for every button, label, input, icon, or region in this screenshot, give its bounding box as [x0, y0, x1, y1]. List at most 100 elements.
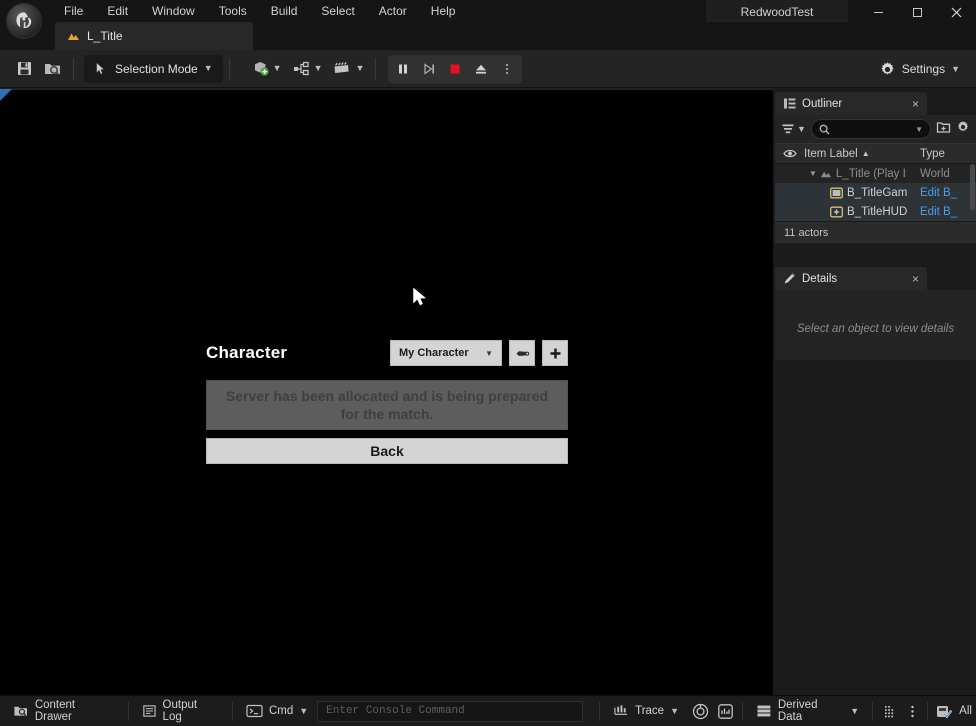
- table-row[interactable]: B_TitleHUD Edit B_: [775, 202, 976, 221]
- chevron-down-icon[interactable]: ▼: [915, 125, 923, 134]
- details-tab[interactable]: Details ×: [775, 267, 927, 290]
- resource-grid-button[interactable]: [877, 700, 902, 723]
- content-drawer-icon: [14, 706, 27, 716]
- frame-step-icon: [424, 62, 435, 75]
- trace-button[interactable]: Trace ▼: [604, 700, 688, 723]
- character-select[interactable]: My Character ▼: [390, 340, 502, 366]
- edit-blueprint-link[interactable]: Edit B_: [920, 186, 958, 199]
- console-placeholder-text: Enter Console Command: [326, 705, 465, 717]
- toolbar-divider: [73, 57, 74, 80]
- blueprints-button[interactable]: ▼: [287, 55, 328, 83]
- outliner-tree: ▼ L_Title (Play I World B_TitleGam Edit …: [775, 164, 976, 221]
- eject-button[interactable]: [468, 56, 494, 82]
- item-label-text: Item Label: [804, 147, 858, 160]
- cmd-button[interactable]: Cmd ▼: [237, 700, 317, 723]
- row-type-cell: World: [920, 167, 950, 180]
- trace-snapshot-button[interactable]: [713, 700, 738, 723]
- chevron-down-icon: ▼: [670, 705, 680, 716]
- outliner-panel: Outliner × ▼ ▼ Item Label ▲ Type ▼ L_Tit…: [775, 92, 976, 243]
- content-drawer-button[interactable]: Content Drawer: [4, 699, 124, 723]
- actor-count: 11 actors: [784, 226, 829, 239]
- level-icon: [68, 33, 79, 40]
- game-character-panel: Character My Character ▼ Server has been…: [206, 338, 568, 464]
- close-button[interactable]: [937, 0, 976, 24]
- window-title: RedwoodTest: [706, 0, 848, 23]
- source-control-button[interactable]: All: [932, 700, 976, 723]
- status-divider-6: [927, 701, 929, 721]
- save-button[interactable]: [10, 55, 38, 83]
- resource-grid-icon: [885, 705, 894, 717]
- pause-icon: [399, 64, 408, 73]
- add-character-button[interactable]: [542, 340, 568, 366]
- edit-blueprint-link[interactable]: Edit B_: [920, 205, 958, 218]
- title-bar: File Edit Window Tools Build Select Acto…: [0, 0, 976, 24]
- trace-status-button[interactable]: [688, 700, 713, 723]
- table-row[interactable]: B_TitleGam Edit B_: [775, 183, 976, 202]
- unreal-editor-window: File Edit Window Tools Build Select Acto…: [0, 0, 976, 726]
- menu-tools[interactable]: Tools: [207, 1, 259, 21]
- outliner-scrollbar[interactable]: [970, 164, 975, 210]
- server-status-text: Server has been allocated and is being p…: [225, 388, 549, 422]
- outliner-new-folder-button[interactable]: [936, 120, 951, 139]
- cinematics-button[interactable]: ▼: [327, 55, 369, 83]
- close-icon[interactable]: ×: [912, 273, 919, 285]
- outliner-tab[interactable]: Outliner ×: [775, 92, 927, 115]
- character-select-value: My Character: [399, 347, 469, 359]
- trace-icon: [614, 705, 628, 715]
- back-button[interactable]: Back: [206, 438, 568, 464]
- status-divider: [127, 701, 129, 721]
- menu-file[interactable]: File: [52, 1, 95, 21]
- status-more-button[interactable]: [902, 700, 923, 723]
- outliner-icon: [784, 98, 796, 109]
- visibility-column-header[interactable]: [775, 148, 804, 159]
- details-icon: [784, 273, 795, 284]
- expand-arrow-icon[interactable]: ▼: [809, 169, 817, 178]
- level-icon: [820, 171, 831, 177]
- pause-button[interactable]: [390, 56, 416, 82]
- table-row[interactable]: ▼ L_Title (Play I World: [775, 164, 976, 183]
- console-command-input[interactable]: Enter Console Command: [317, 700, 584, 722]
- outliner-filter-button[interactable]: ▼: [781, 122, 806, 136]
- settings-button[interactable]: Settings ▼: [871, 55, 968, 83]
- trace-label: Trace: [635, 705, 665, 717]
- outliner-settings-button[interactable]: [956, 120, 970, 139]
- menu-actor[interactable]: Actor: [367, 1, 419, 21]
- add-actor-button[interactable]: ▼: [246, 55, 287, 83]
- maximize-button[interactable]: [898, 0, 937, 24]
- menu-build[interactable]: Build: [259, 1, 310, 21]
- menu-help[interactable]: Help: [419, 1, 468, 21]
- item-label-column-header[interactable]: Item Label ▲: [804, 148, 920, 160]
- window-controls: [859, 0, 976, 24]
- settings-label: Settings: [901, 62, 946, 76]
- save-icon: [17, 62, 31, 75]
- tab-l-title[interactable]: L_Title: [55, 22, 253, 50]
- level-viewport[interactable]: Character My Character ▼ Server has been…: [0, 89, 773, 695]
- derived-data-button[interactable]: Derived Data ▼: [747, 699, 868, 723]
- derived-data-icon: [757, 705, 771, 717]
- unreal-logo-icon[interactable]: [6, 3, 42, 39]
- outliner-status-bar: 11 actors: [775, 221, 976, 243]
- stop-icon: [450, 64, 460, 73]
- menu-window[interactable]: Window: [140, 1, 207, 21]
- right-docking-area: Outliner × ▼ ▼ Item Label ▲ Type ▼ L_Tit…: [773, 89, 976, 695]
- status-divider-2: [231, 701, 233, 721]
- outliner-search-input[interactable]: ▼: [810, 119, 931, 139]
- type-column-header[interactable]: Type: [920, 148, 976, 160]
- edit-character-button[interactable]: [509, 340, 535, 366]
- eye-icon: [782, 149, 797, 158]
- menu-edit[interactable]: Edit: [95, 1, 140, 21]
- outliner-column-header: Item Label ▲ Type: [775, 143, 976, 164]
- selection-mode-label: Selection Mode: [115, 61, 198, 76]
- close-icon[interactable]: ×: [912, 98, 919, 110]
- stop-button[interactable]: [442, 56, 468, 82]
- selection-mode-button[interactable]: Selection Mode ▼: [84, 54, 223, 83]
- menu-select[interactable]: Select: [309, 1, 366, 21]
- main-toolbar: Selection Mode ▼ ▼ ▼ ▼ Settings ▼: [0, 50, 976, 88]
- output-log-button[interactable]: Output Log: [133, 699, 228, 723]
- frame-step-button[interactable]: [416, 56, 442, 82]
- play-options-button[interactable]: [494, 56, 520, 82]
- toolbar-divider-2: [228, 57, 230, 80]
- hud-icon: [830, 206, 843, 217]
- minimize-button[interactable]: [859, 0, 898, 24]
- browse-content-button[interactable]: [38, 55, 67, 83]
